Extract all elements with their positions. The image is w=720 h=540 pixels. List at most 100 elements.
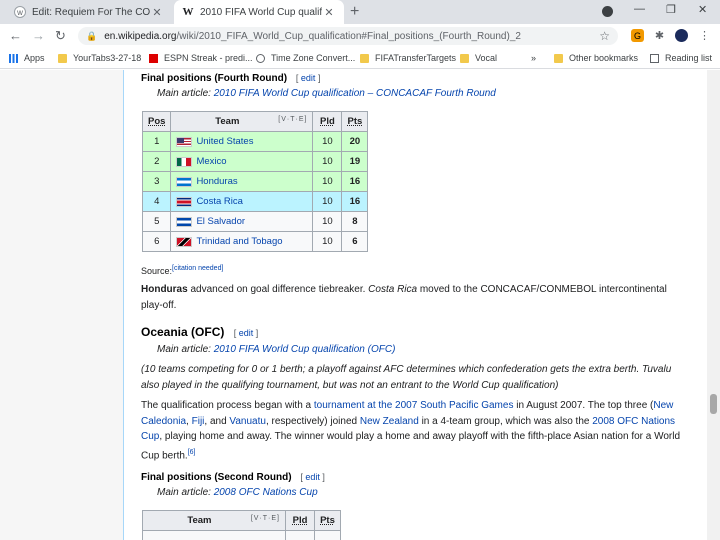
heading-text: Final positions (Second Round) xyxy=(141,472,292,483)
team-link[interactable]: Mexico xyxy=(196,156,226,167)
col-pts: Pts xyxy=(314,510,341,531)
tab-edit-requiem[interactable]: w Edit: Requiem For The CONCACAF ✕ xyxy=(6,0,172,24)
hatnote: Main article: 2010 FIFA World Cup qualif… xyxy=(157,88,496,99)
honduras-paragraph: Honduras advanced on goal difference tie… xyxy=(141,282,687,313)
bookmark-yourtabs[interactable]: YourTabs3-27-18 xyxy=(58,53,141,63)
pld-cell: 10 xyxy=(312,171,343,192)
more-bookmarks-button[interactable]: » xyxy=(531,53,536,63)
bookmark-vocal[interactable]: Vocal xyxy=(460,53,497,63)
page-scrollbar[interactable] xyxy=(707,70,720,540)
bookmark-star-icon[interactable]: ☆ xyxy=(599,29,610,43)
mexico-flag-icon xyxy=(176,156,193,167)
address-bar[interactable]: 🔒 en.wikipedia.org /wiki/2010_FIFA_World… xyxy=(78,27,618,45)
paragraph-text: The qualification process began with a xyxy=(141,400,314,411)
other-bookmarks[interactable]: Other bookmarks xyxy=(554,53,638,63)
team-link[interactable]: Costa Rica xyxy=(196,196,242,207)
paragraph-text: , respectively) joined xyxy=(265,415,360,427)
source-line: Source:[citation needed] xyxy=(141,261,687,280)
reload-icon[interactable]: ↻ xyxy=(55,28,66,44)
fiji-link[interactable]: Fiji xyxy=(192,416,205,427)
ofc-heading: Oceania (OFC) [ edit ] xyxy=(141,325,258,339)
tab-title: 2010 FIFA World Cup qualification xyxy=(200,6,322,18)
extensions-puzzle-icon[interactable]: ✱ xyxy=(653,29,666,42)
south-pacific-games-link[interactable]: tournament at the 2007 South Pacific Gam… xyxy=(314,400,514,411)
vte-links[interactable]: [V·T·E] xyxy=(251,515,280,522)
pos-cell: 2 xyxy=(141,151,172,172)
col-team: [V·T·E] Team xyxy=(142,510,286,531)
bookmarks-bar: Apps YourTabs3-27-18 ESPN Streak - predi… xyxy=(0,48,720,69)
col-pts: Pts xyxy=(341,111,369,132)
table-row: 3 Honduras 10 16 xyxy=(141,171,369,192)
ofc-note: (10 teams competing for 0 or 1 berth; a … xyxy=(141,364,672,391)
bookmark-apps[interactable]: Apps xyxy=(9,53,45,63)
reading-list[interactable]: Reading list xyxy=(650,53,712,63)
lock-icon[interactable]: 🔒 xyxy=(86,31,97,42)
vte-links[interactable]: [V·T·E] xyxy=(278,116,307,123)
profile-avatar[interactable] xyxy=(675,29,688,42)
pos-cell: 1 xyxy=(141,131,172,152)
main-article-link[interactable]: 2008 OFC Nations Cup xyxy=(214,487,318,498)
tab-search-icon[interactable] xyxy=(602,6,613,17)
browser-toolbar: ← → ↻ 🔒 en.wikipedia.org /wiki/2010_FIFA… xyxy=(0,24,720,48)
close-tab-icon[interactable]: ✕ xyxy=(322,6,336,19)
bookmark-espn[interactable]: ESPN Streak - predi... xyxy=(149,53,253,63)
menu-dots-icon[interactable]: ⋮ xyxy=(698,29,711,42)
pld-cell: 10 xyxy=(312,211,343,232)
header-text[interactable]: Pos xyxy=(148,116,165,127)
reference-link[interactable]: [6] xyxy=(188,449,196,456)
url-host: en.wikipedia.org xyxy=(104,30,177,42)
edit-section-link[interactable]: [ edit ] xyxy=(296,73,321,83)
honduras-flag-icon xyxy=(176,176,193,187)
team-cell xyxy=(142,530,286,540)
team-cell: Costa Rica xyxy=(170,191,314,212)
main-article-link[interactable]: 2010 FIFA World Cup qualification (OFC) xyxy=(214,344,396,355)
bookmark-timezone[interactable]: Time Zone Convert... xyxy=(256,53,355,63)
pld-cell: 10 xyxy=(312,231,343,252)
team-link[interactable]: Trinidad and Tobago xyxy=(196,236,282,247)
scrollbar-thumb[interactable] xyxy=(710,394,717,414)
close-window-icon[interactable]: ✕ xyxy=(698,3,707,16)
team-link[interactable]: El Salvador xyxy=(196,216,245,227)
extension-icon[interactable]: G xyxy=(631,29,644,42)
fourth-round-heading: Final positions (Fourth Round) [ edit ] xyxy=(141,73,320,84)
edit-section-link[interactable]: [ edit ] xyxy=(234,328,259,338)
second-round-table: [V·T·E] Team Pld Pts xyxy=(142,510,341,540)
minimize-icon[interactable]: — xyxy=(634,3,645,15)
bookmark-label: Vocal xyxy=(475,53,498,63)
clock-icon xyxy=(256,53,265,63)
reading-list-icon xyxy=(650,53,659,63)
tab-title: Edit: Requiem For The CONCACAF xyxy=(32,6,150,18)
team-cell: Honduras xyxy=(170,171,314,192)
bookmark-fifa-transfer[interactable]: FIFATransferTargets xyxy=(360,53,456,63)
folder-icon xyxy=(460,53,469,63)
team-cell: Mexico xyxy=(170,151,314,172)
forward-icon[interactable]: → xyxy=(32,28,45,43)
apps-grid-icon xyxy=(9,53,18,63)
main-article-link[interactable]: 2010 FIFA World Cup qualification – CONC… xyxy=(214,88,496,99)
costa-rica-italic: Costa Rica xyxy=(368,284,418,295)
second-round-heading: Final positions (Second Round) [ edit ] xyxy=(141,472,325,483)
bookmark-label: Reading list xyxy=(665,53,713,63)
citation-needed-link[interactable]: [citation needed] xyxy=(172,265,223,272)
tab-fifa-qualification[interactable]: W 2010 FIFA World Cup qualification ✕ xyxy=(174,0,344,24)
new-tab-icon[interactable]: + xyxy=(350,3,359,21)
restore-icon[interactable]: ❐ xyxy=(666,3,676,16)
edit-section-link[interactable]: [ edit ] xyxy=(300,472,325,482)
paragraph-text: in August 2007. The top three ( xyxy=(513,400,654,411)
new-zealand-link[interactable]: New Zealand xyxy=(360,416,419,427)
team-link[interactable]: United States xyxy=(196,136,253,147)
col-team: [V·T·E] Team xyxy=(170,111,314,132)
vanuatu-link[interactable]: Vanuatu xyxy=(229,416,266,427)
paragraph-text: in a 4-team group, which was also the xyxy=(418,415,593,427)
pld-cell xyxy=(285,530,315,540)
header-text[interactable]: Pts xyxy=(348,116,363,127)
close-tab-icon[interactable]: ✕ xyxy=(150,6,164,19)
header-text[interactable]: Pld xyxy=(320,116,335,127)
heading-text: Oceania (OFC) xyxy=(141,325,225,339)
pts-cell: 16 xyxy=(341,171,369,192)
header-text[interactable]: Pts xyxy=(320,515,335,526)
team-link[interactable]: Honduras xyxy=(196,176,237,187)
back-icon[interactable]: ← xyxy=(9,28,22,43)
header-text[interactable]: Pld xyxy=(293,515,308,526)
pos-cell: 6 xyxy=(141,231,172,252)
